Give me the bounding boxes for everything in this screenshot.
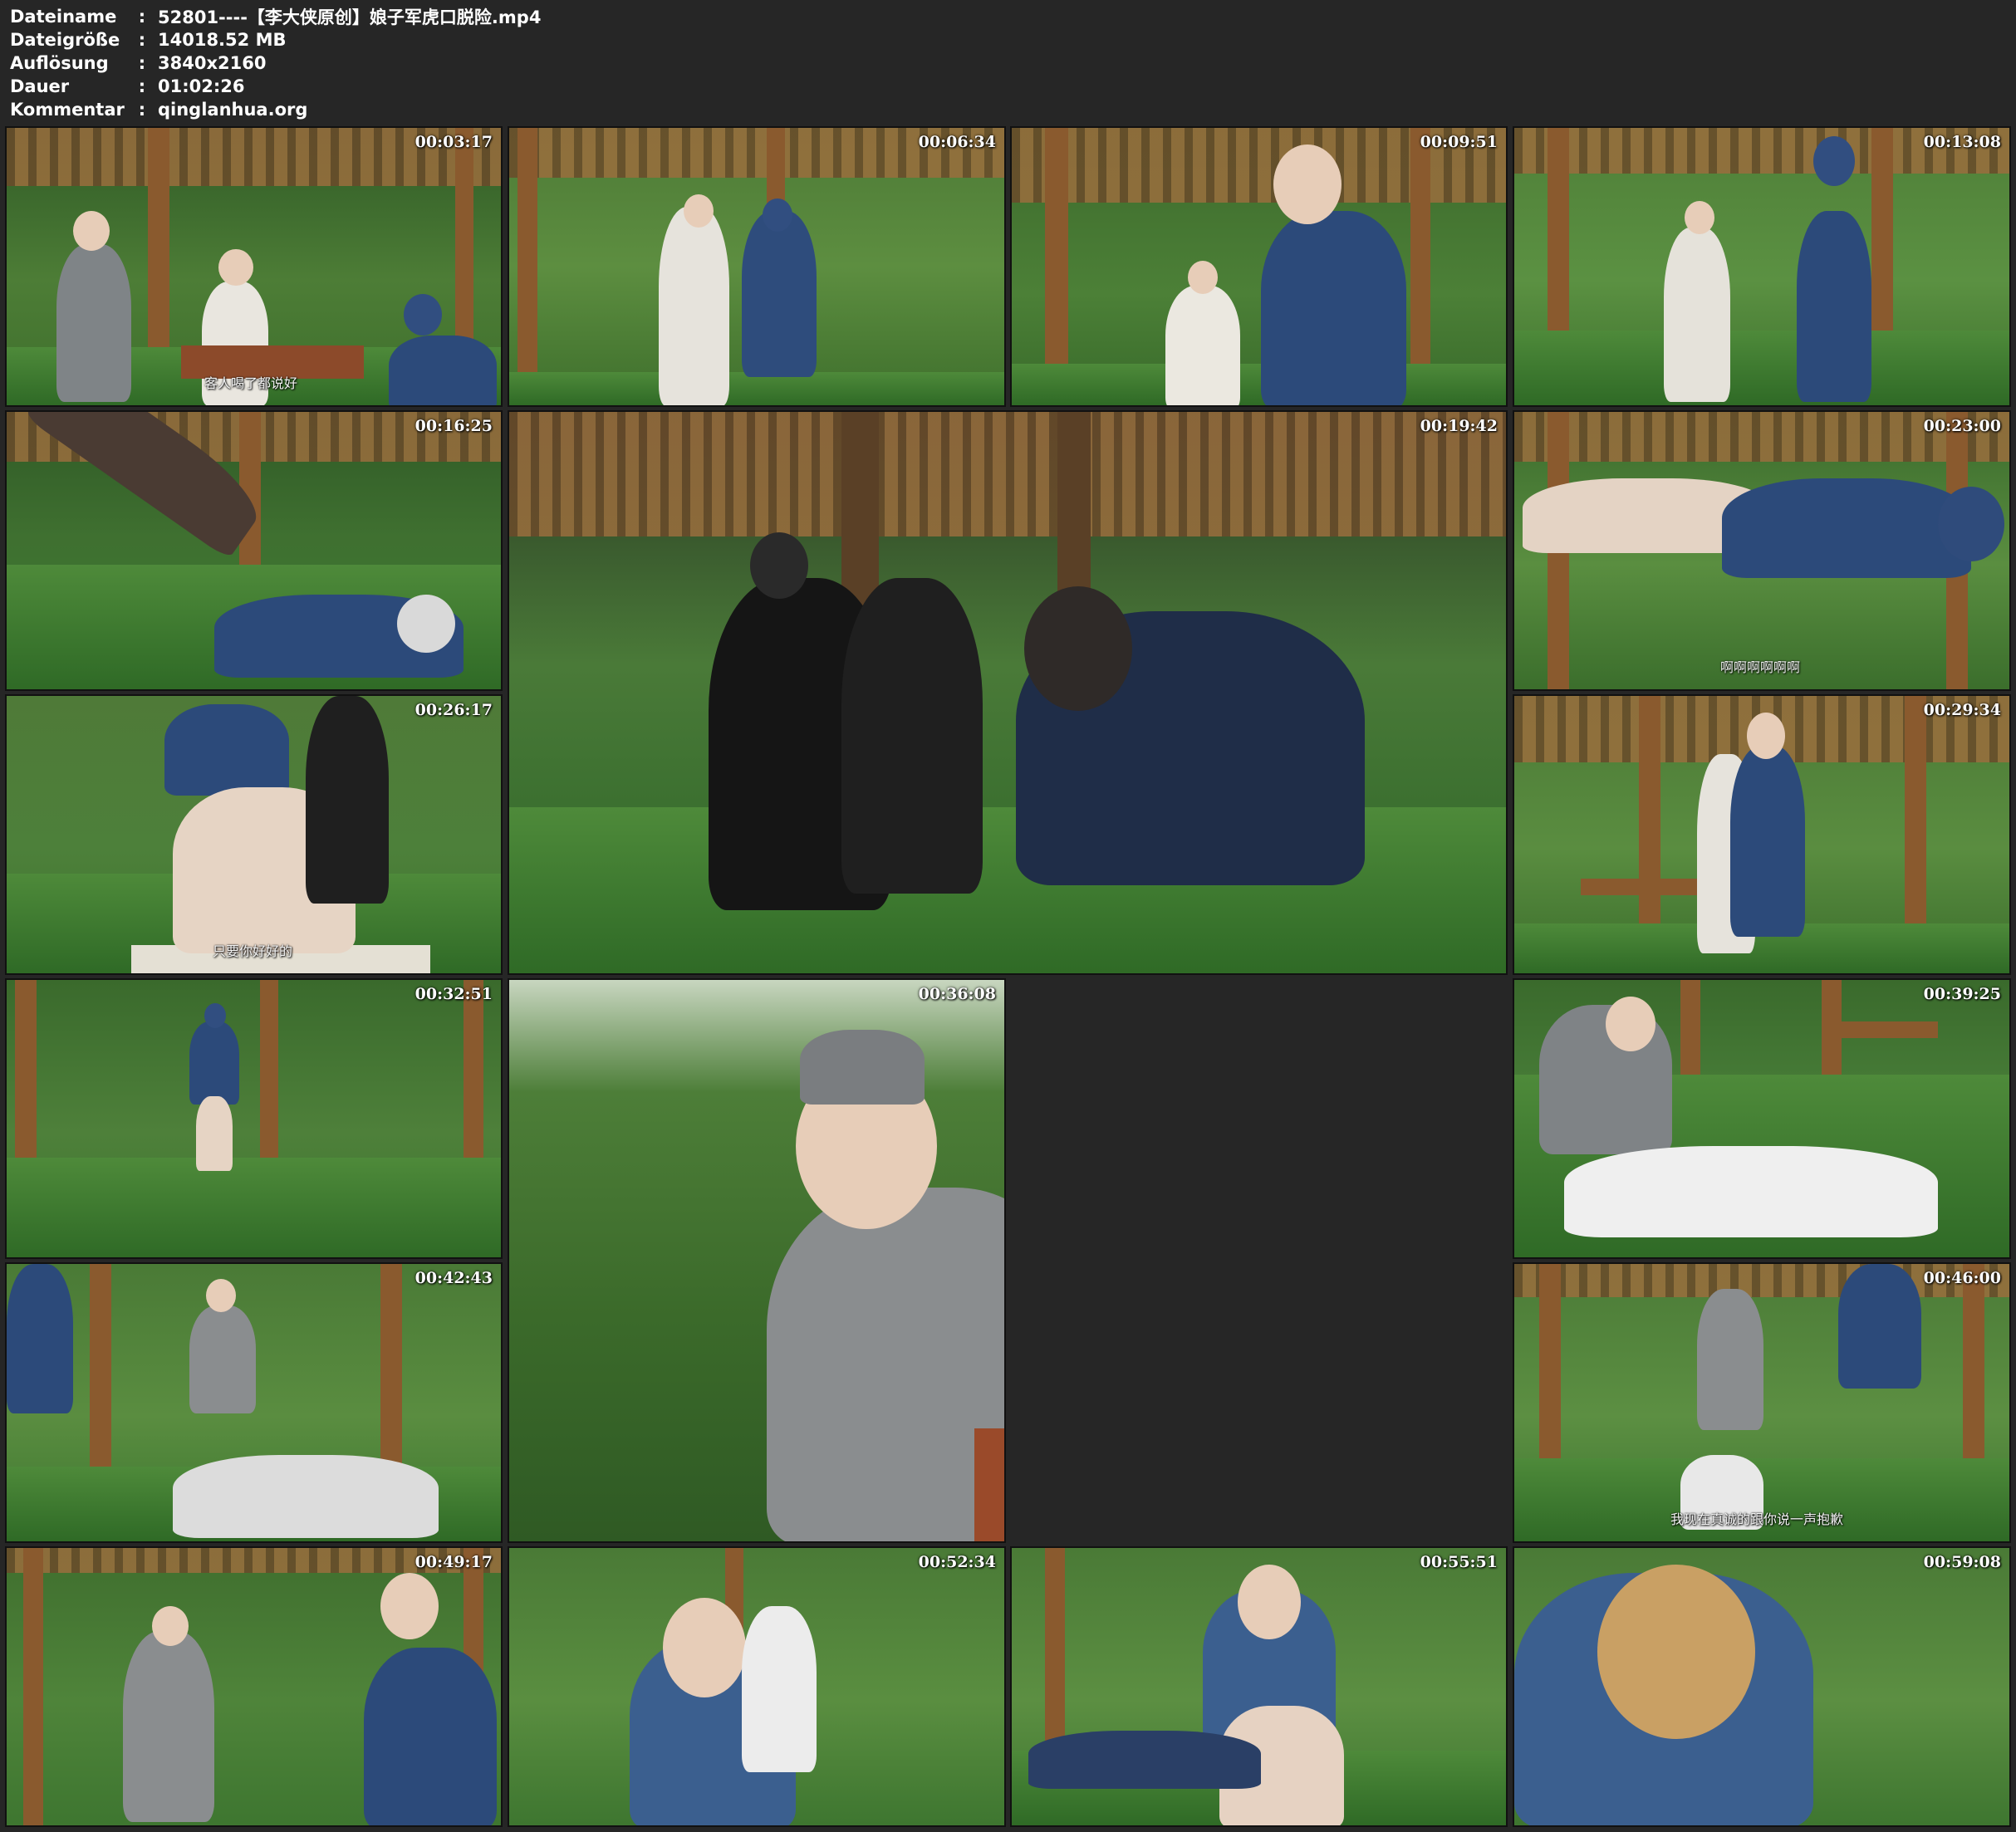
video-thumbnail[interactable]: 00:46:00 我现在真诚的跟你说一声抱歉	[1513, 1262, 2011, 1543]
video-thumbnail[interactable]: 00:29:34	[1513, 694, 2011, 975]
thumbnail-timestamp: 00:52:34	[918, 1553, 996, 1571]
video-thumbnail[interactable]: 00:19:42	[508, 410, 1508, 975]
thumbnail-timestamp: 00:26:17	[414, 701, 493, 719]
thumbnail-timestamp: 00:55:51	[1420, 1553, 1498, 1571]
thumbnail-timestamp: 00:16:25	[414, 417, 493, 435]
video-thumbnail[interactable]: 00:59:08	[1513, 1546, 2011, 1827]
thumbnail-subtitle: 只要你好好的	[213, 943, 293, 959]
thumbnail-timestamp: 00:03:17	[414, 133, 493, 151]
video-thumbnail[interactable]: 00:49:17	[5, 1546, 503, 1827]
video-thumbnail[interactable]: 00:13:08	[1513, 126, 2011, 407]
video-thumbnail[interactable]: 00:42:43	[5, 1262, 503, 1543]
thumbnail-timestamp: 00:46:00	[1923, 1269, 2001, 1287]
video-thumbnail[interactable]: 00:16:25	[5, 410, 503, 691]
thumbnail-subtitle: 我现在真诚的跟你说一声抱歉	[1670, 1511, 1844, 1527]
thumbnail-timestamp: 00:06:34	[918, 133, 996, 151]
video-thumbnail[interactable]: 00:32:51	[5, 978, 503, 1259]
thumbnail-timestamp: 00:39:25	[1923, 985, 2001, 1003]
video-thumbnail[interactable]: 00:39:25	[1513, 978, 2011, 1259]
video-thumbnail[interactable]: 00:52:34	[508, 1546, 1006, 1827]
thumbnail-timestamp: 00:32:51	[414, 985, 493, 1003]
thumbnail-subtitle: 客人喝了都说好	[204, 375, 298, 391]
thumbnail-timestamp: 00:13:08	[1923, 133, 2001, 151]
video-thumbnail[interactable]: 00:06:34	[508, 126, 1006, 407]
video-thumbnail[interactable]: 00:55:51	[1010, 1546, 1508, 1827]
thumbnail-timestamp: 00:29:34	[1923, 701, 2001, 719]
video-thumbnail[interactable]: 00:23:00 啊啊啊啊啊啊	[1513, 410, 2011, 691]
thumbnail-timestamp: 00:36:08	[918, 985, 996, 1003]
video-thumbnail[interactable]: 00:36:08	[508, 978, 1006, 1543]
thumbnail-timestamp: 00:09:51	[1420, 133, 1498, 151]
video-thumbnail[interactable]: 00:26:17 只要你好好的	[5, 694, 503, 975]
thumbnail-timestamp: 00:49:17	[414, 1553, 493, 1571]
thumbnail-timestamp: 00:23:00	[1923, 417, 2001, 435]
thumbnail-subtitle: 啊啊啊啊啊啊	[1720, 659, 1801, 675]
thumbnail-grid: 00:03:17 客人喝了都说好 00:06:34 00:09:51 00:13…	[0, 0, 2016, 1832]
video-thumbnail[interactable]: 00:03:17 客人喝了都说好	[5, 126, 503, 407]
thumbnail-timestamp: 00:59:08	[1923, 1553, 2001, 1571]
video-thumbnail[interactable]: 00:09:51	[1010, 126, 1508, 407]
thumbnail-timestamp: 00:42:43	[414, 1269, 493, 1287]
thumbnail-timestamp: 00:19:42	[1420, 417, 1498, 435]
